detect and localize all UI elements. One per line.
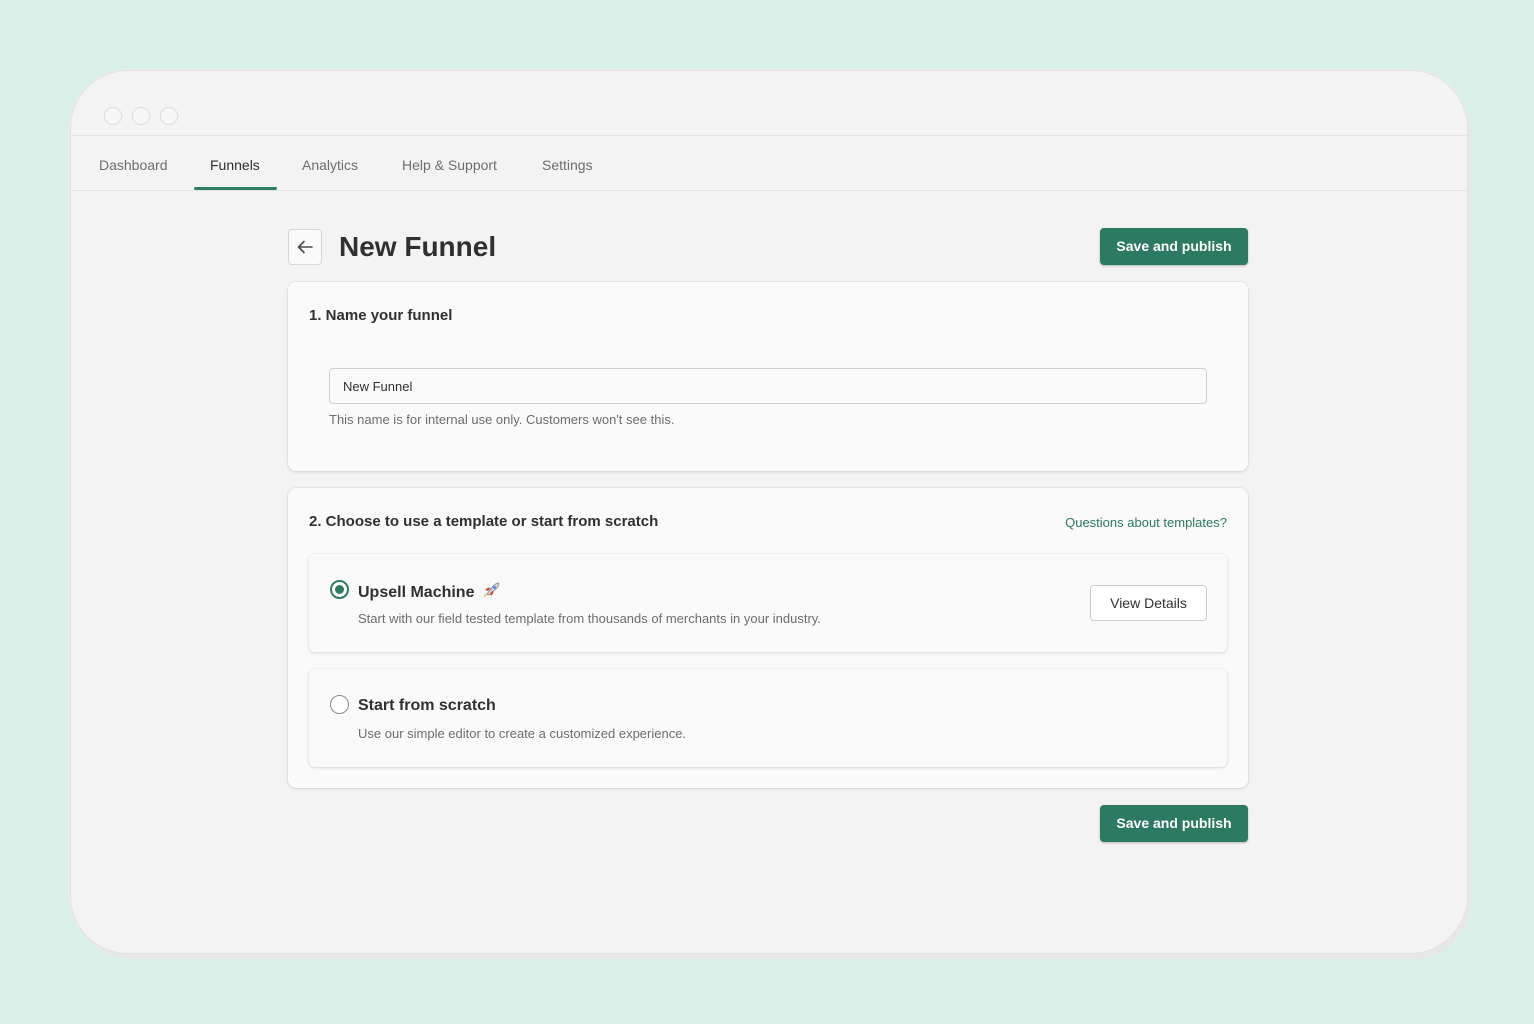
section-title: 2. Choose to use a template or start fro…	[309, 513, 659, 530]
option-start-from-scratch[interactable]: Start from scratch Use our simple editor…	[309, 669, 1227, 767]
name-funnel-card: 1. Name your funnel This name is for int…	[288, 282, 1248, 471]
window-minimize-dot[interactable]	[132, 107, 150, 125]
view-details-button[interactable]: View Details	[1090, 585, 1207, 621]
section-title: 1. Name your funnel	[309, 307, 453, 324]
template-choice-card: 2. Choose to use a template or start fro…	[288, 488, 1248, 788]
save-publish-button-top[interactable]: Save and publish	[1100, 228, 1248, 265]
option-description: Start with our field tested template fro…	[358, 611, 821, 626]
option-title-text: Upsell Machine	[358, 584, 475, 601]
top-nav: Dashboard Funnels Analytics Help & Suppo…	[71, 136, 1467, 191]
tab-settings[interactable]: Settings	[542, 136, 593, 190]
tab-funnels[interactable]: Funnels	[210, 136, 260, 190]
tab-analytics[interactable]: Analytics	[302, 136, 358, 190]
active-tab-indicator	[194, 187, 277, 190]
back-button[interactable]	[288, 229, 322, 265]
tab-dashboard[interactable]: Dashboard	[99, 136, 168, 190]
funnel-name-input[interactable]	[329, 368, 1207, 404]
window-maximize-dot[interactable]	[160, 107, 178, 125]
window-controls	[104, 107, 178, 125]
app-window: Dashboard Funnels Analytics Help & Suppo…	[70, 70, 1468, 954]
option-title: Upsell Machine	[358, 582, 500, 602]
option-upsell-machine[interactable]: Upsell Machine Start with our field test…	[309, 554, 1227, 652]
funnel-name-help-text: This name is for internal use only. Cust…	[329, 412, 675, 427]
radio-start-from-scratch[interactable]	[330, 695, 349, 714]
templates-help-link[interactable]: Questions about templates?	[1065, 515, 1227, 530]
window-close-dot[interactable]	[104, 107, 122, 125]
option-title: Start from scratch	[358, 697, 496, 714]
radio-upsell-machine[interactable]	[330, 580, 349, 599]
rocket-icon	[482, 582, 500, 598]
arrow-left-icon	[297, 240, 313, 254]
option-description: Use our simple editor to create a custom…	[358, 726, 687, 741]
save-publish-button-bottom[interactable]: Save and publish	[1100, 805, 1248, 842]
page-title: New Funnel	[339, 231, 497, 262]
tab-help-support[interactable]: Help & Support	[402, 136, 497, 190]
